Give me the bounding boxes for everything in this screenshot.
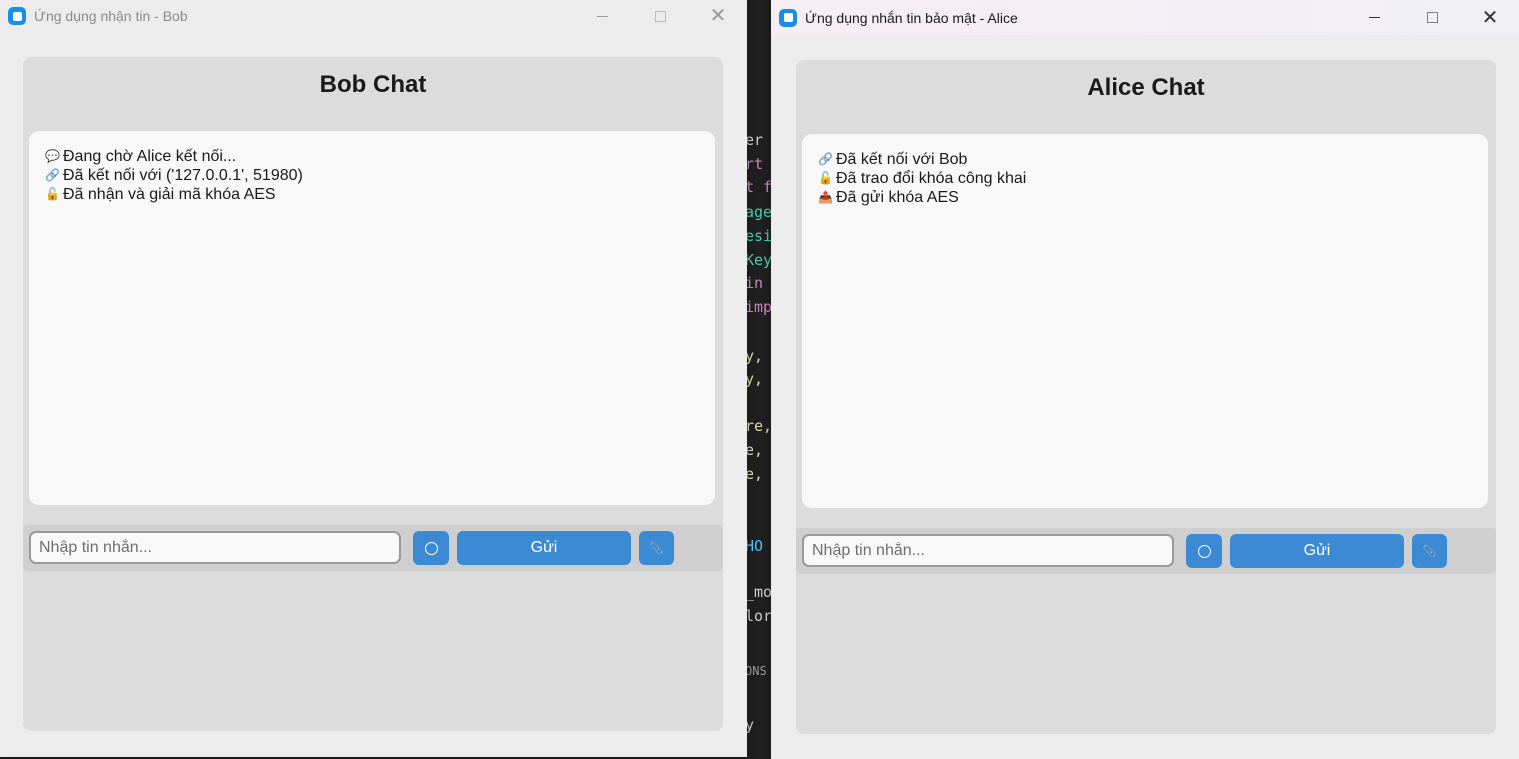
code-fragment: t f: [745, 178, 773, 196]
minimize-icon: [1368, 17, 1380, 18]
chat-title: Alice Chat: [1087, 74, 1205, 101]
code-fragment: e,: [745, 465, 764, 483]
link-icon: 🔗: [45, 168, 60, 182]
code-fragment: re,: [745, 417, 773, 435]
window-controls: ✕: [573, 0, 747, 32]
code-fragment: esi: [745, 227, 773, 245]
minimize-icon: [596, 15, 608, 17]
code-fragment: in: [745, 274, 764, 292]
chat-panel: Alice Chat 🔗 Đã kết nối với Bob 🔓 Đã tra…: [796, 60, 1496, 734]
maximize-icon: [1426, 12, 1438, 23]
message-text: Đã gửi khóa AES: [836, 189, 959, 206]
window-controls: ✕: [1345, 0, 1519, 35]
outbox-icon: 📤: [818, 190, 833, 204]
chat-title: Bob Chat: [319, 71, 427, 98]
message-list: 💬 Đang chờ Alice kết nối... 🔗 Đã kết nối…: [45, 147, 303, 204]
message-line: 🔗 Đã kết nối với Bob: [818, 150, 1026, 169]
message-input[interactable]: [802, 534, 1174, 567]
message-text: Đã trao đổi khóa công khai: [836, 170, 1027, 187]
chat-log[interactable]: 🔗 Đã kết nối với Bob 🔓 Đã trao đổi khóa …: [802, 134, 1488, 508]
emoji-button[interactable]: [413, 531, 449, 565]
message-text: Đã nhận và giải mã khóa AES: [63, 186, 276, 203]
attach-button[interactable]: 📎: [1412, 534, 1447, 568]
minimize-button[interactable]: [1345, 0, 1403, 35]
chat-log[interactable]: 💬 Đang chờ Alice kết nối... 🔗 Đã kết nối…: [29, 131, 715, 505]
alice-titlebar[interactable]: Ứng dụng nhắn tin bảo mật - Alice ✕: [771, 0, 1519, 35]
message-text: Đã kết nối với Bob: [836, 151, 968, 168]
unlock-icon: 🔓: [818, 171, 833, 185]
maximize-button[interactable]: [1403, 0, 1461, 35]
code-fragment: rt: [745, 155, 764, 173]
emoji-button[interactable]: [1186, 534, 1222, 568]
attach-button[interactable]: 📎: [639, 531, 674, 565]
message-text: Đã kết nối với ('127.0.0.1', 51980): [63, 167, 303, 184]
alice-window: Ứng dụng nhắn tin bảo mật - Alice ✕ Alic…: [771, 0, 1519, 759]
code-fragment: e,: [745, 441, 764, 459]
message-list: 🔗 Đã kết nối với Bob 🔓 Đã trao đổi khóa …: [818, 150, 1026, 207]
bob-titlebar[interactable]: Ứng dụng nhận tin - Bob ✕: [0, 0, 747, 32]
close-button[interactable]: ✕: [689, 0, 747, 32]
speech-bubble-icon: 💬: [45, 149, 60, 163]
code-fragment: lor: [745, 607, 773, 625]
close-button[interactable]: ✕: [1461, 0, 1519, 35]
app-icon: [8, 7, 26, 25]
chat-panel: Bob Chat 💬 Đang chờ Alice kết nối... 🔗 Đ…: [23, 57, 723, 731]
message-line: 🔓 Đã trao đổi khóa công khai: [818, 169, 1026, 188]
paperclip-icon: 📎: [649, 542, 664, 555]
smiley-icon: [1197, 544, 1211, 558]
maximize-button[interactable]: [631, 0, 689, 32]
close-icon: ✕: [1481, 6, 1499, 29]
code-fragment: y,: [745, 370, 764, 388]
code-fragment: imp: [745, 298, 773, 316]
send-button[interactable]: Gửi: [457, 531, 631, 565]
message-line: 📤 Đã gửi khóa AES: [818, 188, 1026, 207]
close-icon: ✕: [709, 5, 727, 27]
minimize-button[interactable]: [573, 0, 631, 32]
message-input[interactable]: [29, 531, 401, 564]
smiley-icon: [424, 541, 438, 555]
code-fragment: ONS: [745, 664, 767, 678]
input-bar: Gửi 📎: [23, 525, 723, 571]
bob-window: Ứng dụng nhận tin - Bob ✕ Bob Chat 💬 Đan…: [0, 0, 747, 757]
message-line: 🔗 Đã kết nối với ('127.0.0.1', 51980): [45, 166, 303, 185]
message-line: 💬 Đang chờ Alice kết nối...: [45, 147, 303, 166]
code-fragment: _mo: [745, 583, 773, 601]
code-fragment: age: [745, 203, 773, 221]
send-button[interactable]: Gửi: [1230, 534, 1404, 568]
unlock-icon: 🔓: [45, 187, 60, 201]
input-bar: Gửi 📎: [796, 528, 1496, 574]
message-text: Đang chờ Alice kết nối...: [63, 148, 237, 165]
app-icon: [779, 8, 797, 27]
maximize-icon: [654, 10, 666, 22]
paperclip-icon: 📎: [1422, 545, 1437, 558]
window-title: Ứng dụng nhận tin - Bob: [34, 8, 188, 24]
link-icon: 🔗: [818, 152, 833, 166]
code-fragment: er: [745, 131, 764, 149]
code-fragment: Key: [745, 251, 773, 269]
message-line: 🔓 Đã nhận và giải mã khóa AES: [45, 185, 303, 204]
code-fragment: HO: [745, 537, 764, 555]
code-fragment: y,: [745, 347, 764, 365]
window-title: Ứng dụng nhắn tin bảo mật - Alice: [805, 9, 1018, 26]
